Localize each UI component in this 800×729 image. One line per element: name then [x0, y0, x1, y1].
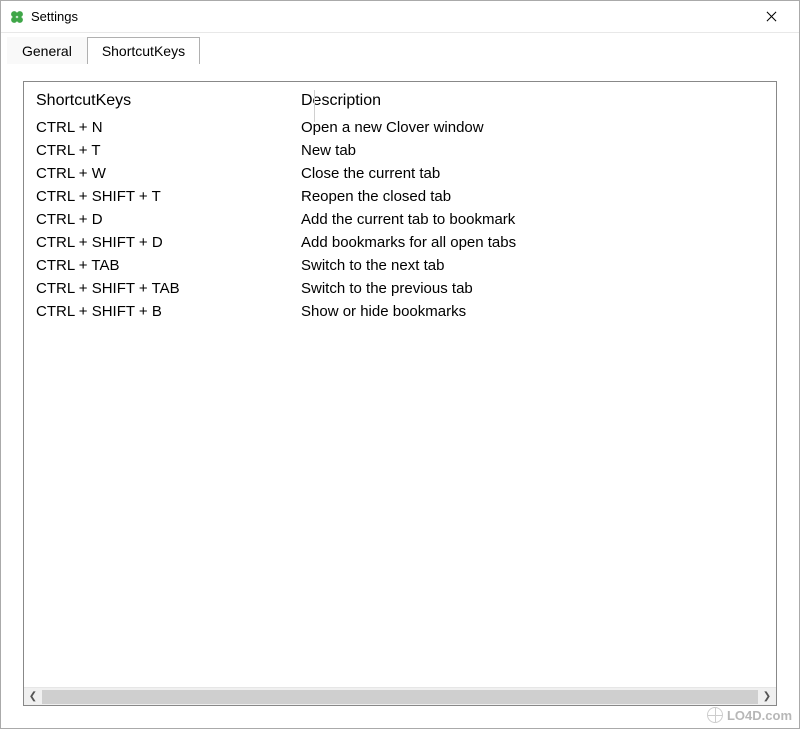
table-row[interactable]: CTRL + SHIFT + TAB Switch to the previou…	[36, 277, 764, 300]
table-row[interactable]: CTRL + W Close the current tab	[36, 162, 764, 185]
scroll-right-icon[interactable]: ❯	[758, 688, 776, 706]
content-area: ShortcutKeys Description CTRL + N Open a…	[1, 63, 799, 728]
window-title: Settings	[31, 9, 751, 24]
settings-window: Settings General ShortcutKeys ShortcutKe…	[0, 0, 800, 729]
shortcut-desc: Add bookmarks for all open tabs	[291, 234, 764, 251]
table-row[interactable]: CTRL + N Open a new Clover window	[36, 116, 764, 139]
titlebar: Settings	[1, 1, 799, 33]
clover-icon	[9, 9, 25, 25]
table-body: CTRL + N Open a new Clover window CTRL +…	[24, 114, 776, 687]
shortcut-desc: Switch to the next tab	[291, 257, 764, 274]
tab-shortcutkeys[interactable]: ShortcutKeys	[87, 37, 200, 64]
shortcut-desc: Add the current tab to bookmark	[291, 211, 764, 228]
table-row[interactable]: CTRL + T New tab	[36, 139, 764, 162]
tab-general[interactable]: General	[7, 37, 87, 64]
scroll-track[interactable]	[42, 690, 758, 704]
shortcut-desc: Show or hide bookmarks	[291, 303, 764, 320]
table-row[interactable]: CTRL + SHIFT + T Reopen the closed tab	[36, 185, 764, 208]
table-row[interactable]: CTRL + TAB Switch to the next tab	[36, 254, 764, 277]
shortcut-key: CTRL + N	[36, 119, 291, 136]
shortcut-panel: ShortcutKeys Description CTRL + N Open a…	[23, 81, 777, 706]
shortcut-desc: Reopen the closed tab	[291, 188, 764, 205]
scroll-left-icon[interactable]: ❮	[24, 688, 42, 706]
header-description[interactable]: Description	[291, 92, 764, 110]
shortcut-key: CTRL + D	[36, 211, 291, 228]
shortcut-key: CTRL + SHIFT + TAB	[36, 280, 291, 297]
shortcut-key: CTRL + W	[36, 165, 291, 182]
scroll-thumb[interactable]	[42, 690, 758, 704]
shortcut-desc: Open a new Clover window	[291, 119, 764, 136]
shortcut-desc: Close the current tab	[291, 165, 764, 182]
close-button[interactable]	[751, 3, 791, 31]
shortcut-key: CTRL + SHIFT + T	[36, 188, 291, 205]
table-row[interactable]: CTRL + SHIFT + B Show or hide bookmarks	[36, 300, 764, 323]
tabstrip: General ShortcutKeys	[1, 33, 799, 63]
shortcut-key: CTRL + SHIFT + D	[36, 234, 291, 251]
table-row[interactable]: CTRL + SHIFT + D Add bookmarks for all o…	[36, 231, 764, 254]
table-header: ShortcutKeys Description	[24, 82, 776, 114]
shortcut-desc: New tab	[291, 142, 764, 159]
shortcut-key: CTRL + T	[36, 142, 291, 159]
column-divider[interactable]	[314, 90, 315, 122]
shortcut-desc: Switch to the previous tab	[291, 280, 764, 297]
shortcut-key: CTRL + TAB	[36, 257, 291, 274]
table-row[interactable]: CTRL + D Add the current tab to bookmark	[36, 208, 764, 231]
horizontal-scrollbar[interactable]: ❮ ❯	[24, 687, 776, 705]
header-shortcutkeys[interactable]: ShortcutKeys	[36, 92, 291, 110]
shortcut-key: CTRL + SHIFT + B	[36, 303, 291, 320]
